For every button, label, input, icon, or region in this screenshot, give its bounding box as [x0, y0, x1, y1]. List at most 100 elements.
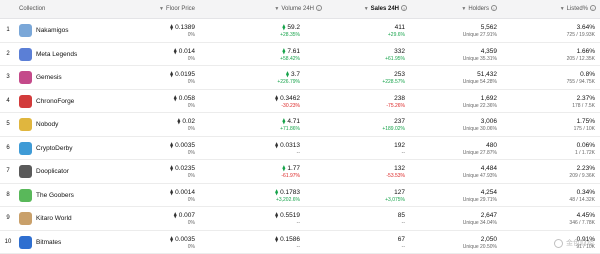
collection-avatar[interactable]: [19, 24, 32, 37]
row-rank: 1: [6, 27, 10, 33]
eth-icon: ⧫: [177, 119, 181, 125]
header-listed[interactable]: ▼ Listed% i: [530, 0, 596, 19]
volume-value: ⧫ 0.3462: [275, 94, 300, 102]
holders-unique: Unique 27.91%: [462, 32, 497, 38]
listed-count: 346 / 7.78K: [569, 220, 595, 226]
sales-change: +29.6%: [387, 32, 405, 38]
table-row[interactable]: 5 Nobody ⧫ 0.02 0% ⧫ 4.71 +71.86% 237 +189.02% 3,0…: [0, 113, 600, 137]
table-row[interactable]: 6 CryptoDerby ⧫ 0.0035 0% ⧫ 0.0313 -- 192 -- 480 Un…: [0, 137, 600, 160]
collection-avatar[interactable]: [19, 188, 32, 202]
table-row[interactable]: 1 Nakamigos ⧫ 0.1389 0% ⧫ 59.2 +28.35% 411 +29.6%…: [0, 19, 600, 43]
floor-price-change: 0%: [187, 102, 195, 109]
header-holders[interactable]: ▼ Holders i: [430, 0, 497, 19]
header-sales-24h[interactable]: ▼ Sales 24H i: [345, 0, 407, 19]
header-floor-price[interactable]: ▼ Floor Price: [140, 0, 195, 19]
holders-unique: Unique 54.28%: [462, 79, 497, 85]
watermark-logo-icon: [554, 238, 563, 248]
volume-change: --: [296, 243, 300, 250]
listed-count: 205 / 12.35K: [566, 55, 595, 62]
floor-price-value: ⧫ 0.014: [173, 47, 195, 55]
floor-price-value: ⧫ 0.1389: [170, 24, 195, 31]
holders-unique: Unique 47.93%: [462, 173, 497, 179]
sales-change: -75.26%: [386, 102, 405, 109]
volume-change: --: [296, 220, 300, 226]
table-row[interactable]: 4 ChronoForge ⧫ 0.058 0% ⧫ 0.3462 -30.23% 238 -75…: [0, 90, 600, 113]
eth-icon: ⧫: [170, 236, 174, 243]
eth-icon: ⧫: [282, 48, 286, 55]
table-row[interactable]: 7 Dooplicator ⧫ 0.0235 0% ⧫ 1.77 -61.97% 132 -53.…: [0, 160, 600, 184]
collection-avatar[interactable]: [19, 212, 32, 225]
holders-unique: Unique 35.31%: [462, 55, 497, 62]
sales-change: --: [401, 220, 405, 226]
table-row[interactable]: 8 The Goobers ⧫ 0.0014 0% ⧫ 0.1783 +3,202.6% 127…: [0, 184, 600, 207]
holders-value: 2,647: [480, 212, 497, 219]
table-row[interactable]: 10 Bitmates ⧫ 0.0035 0% ⧫ 0.1586 -- 67 -- 2,050 Uni…: [0, 231, 600, 254]
listed-percent: 2.23%: [576, 165, 595, 172]
eth-icon: ⧫: [282, 119, 286, 125]
sort-down-icon: ▼: [559, 6, 565, 12]
sales-change: --: [401, 149, 405, 156]
sales-value: 238: [394, 94, 405, 102]
collection-name[interactable]: Bitmates: [36, 239, 61, 246]
volume-change: --: [296, 149, 300, 156]
collection-name[interactable]: Gemesis: [36, 74, 62, 81]
collection-avatar[interactable]: [19, 71, 32, 84]
sales-value: 67: [397, 235, 405, 243]
table-row[interactable]: 9 Kitaro World ⧫ 0.007 0% ⧫ 0.5519 -- 85 -- 2,647 U…: [0, 207, 600, 231]
listed-count: 725 / 19.93K: [566, 32, 595, 38]
listed-percent: 4.45%: [576, 212, 595, 219]
sales-value: 127: [394, 188, 405, 196]
holders-value: 51,432: [477, 71, 497, 78]
collection-name[interactable]: Nakamigos: [36, 27, 69, 34]
collection-name[interactable]: Kitaro World: [36, 215, 72, 222]
collection-avatar[interactable]: [19, 47, 32, 61]
floor-price-value: ⧫ 0.02: [177, 118, 195, 125]
eth-icon: ⧫: [170, 166, 174, 172]
row-rank: 4: [6, 97, 10, 104]
eth-icon: ⧫: [173, 95, 177, 102]
row-rank: 5: [6, 121, 10, 127]
eth-icon: ⧫: [173, 213, 177, 219]
table-row[interactable]: 3 Gemesis ⧫ 0.0195 0% ⧫ 3.7 +226.79% 253 +228.57%…: [0, 66, 600, 90]
collection-avatar[interactable]: [19, 118, 32, 131]
eth-icon: ⧫: [285, 72, 289, 78]
sales-value: 132: [394, 165, 405, 172]
collection-name[interactable]: Meta Legends: [36, 51, 77, 58]
collection-name[interactable]: Dooplicator: [36, 168, 69, 175]
floor-price-value: ⧫ 0.0035: [170, 141, 195, 149]
listed-percent: 0.06%: [576, 141, 595, 149]
table-row[interactable]: 2 Meta Legends ⧫ 0.014 0% ⧫ 7.61 +58.42% 332 +61.…: [0, 43, 600, 66]
sales-value: 253: [394, 71, 405, 78]
collection-avatar[interactable]: [19, 165, 32, 178]
sales-change: -53.53%: [386, 173, 405, 179]
collection-name[interactable]: Nobody: [36, 121, 58, 128]
info-icon: i: [491, 5, 497, 12]
sales-change: +189.02%: [382, 126, 405, 132]
collection-name[interactable]: CryptoDerby: [36, 145, 72, 152]
collection-name[interactable]: ChronoForge: [36, 98, 74, 105]
floor-price-change: 0%: [187, 79, 195, 85]
floor-price-change: 0%: [187, 149, 195, 156]
sort-down-icon: ▼: [159, 6, 164, 12]
collection-avatar[interactable]: [19, 141, 32, 155]
collection-name[interactable]: The Goobers: [36, 192, 74, 199]
holders-value: 3,006: [480, 118, 497, 125]
row-rank: 2: [6, 50, 10, 57]
collection-avatar[interactable]: [19, 235, 32, 249]
eth-icon: ⧫: [275, 189, 279, 196]
header-collection[interactable]: Collection: [19, 0, 45, 19]
eth-icon: ⧫: [170, 25, 174, 31]
volume-value: ⧫ 0.0313: [275, 141, 300, 149]
eth-icon: ⧫: [170, 72, 174, 78]
sales-value: 237: [394, 118, 405, 125]
sales-change: +61.95%: [385, 55, 405, 62]
holders-unique: Unique 20.50%: [462, 243, 497, 250]
volume-value: ⧫ 4.71: [282, 118, 300, 125]
header-volume-24h[interactable]: ▼ Volume 24H i: [245, 0, 322, 19]
volume-value: ⧫ 59.2: [282, 24, 300, 31]
listed-count: 209 / 9.36K: [569, 173, 595, 179]
holders-value: 4,254: [480, 188, 497, 196]
listed-count: 175 / 10K: [573, 126, 595, 132]
collection-avatar[interactable]: [19, 94, 32, 108]
floor-price-change: 0%: [187, 173, 195, 179]
